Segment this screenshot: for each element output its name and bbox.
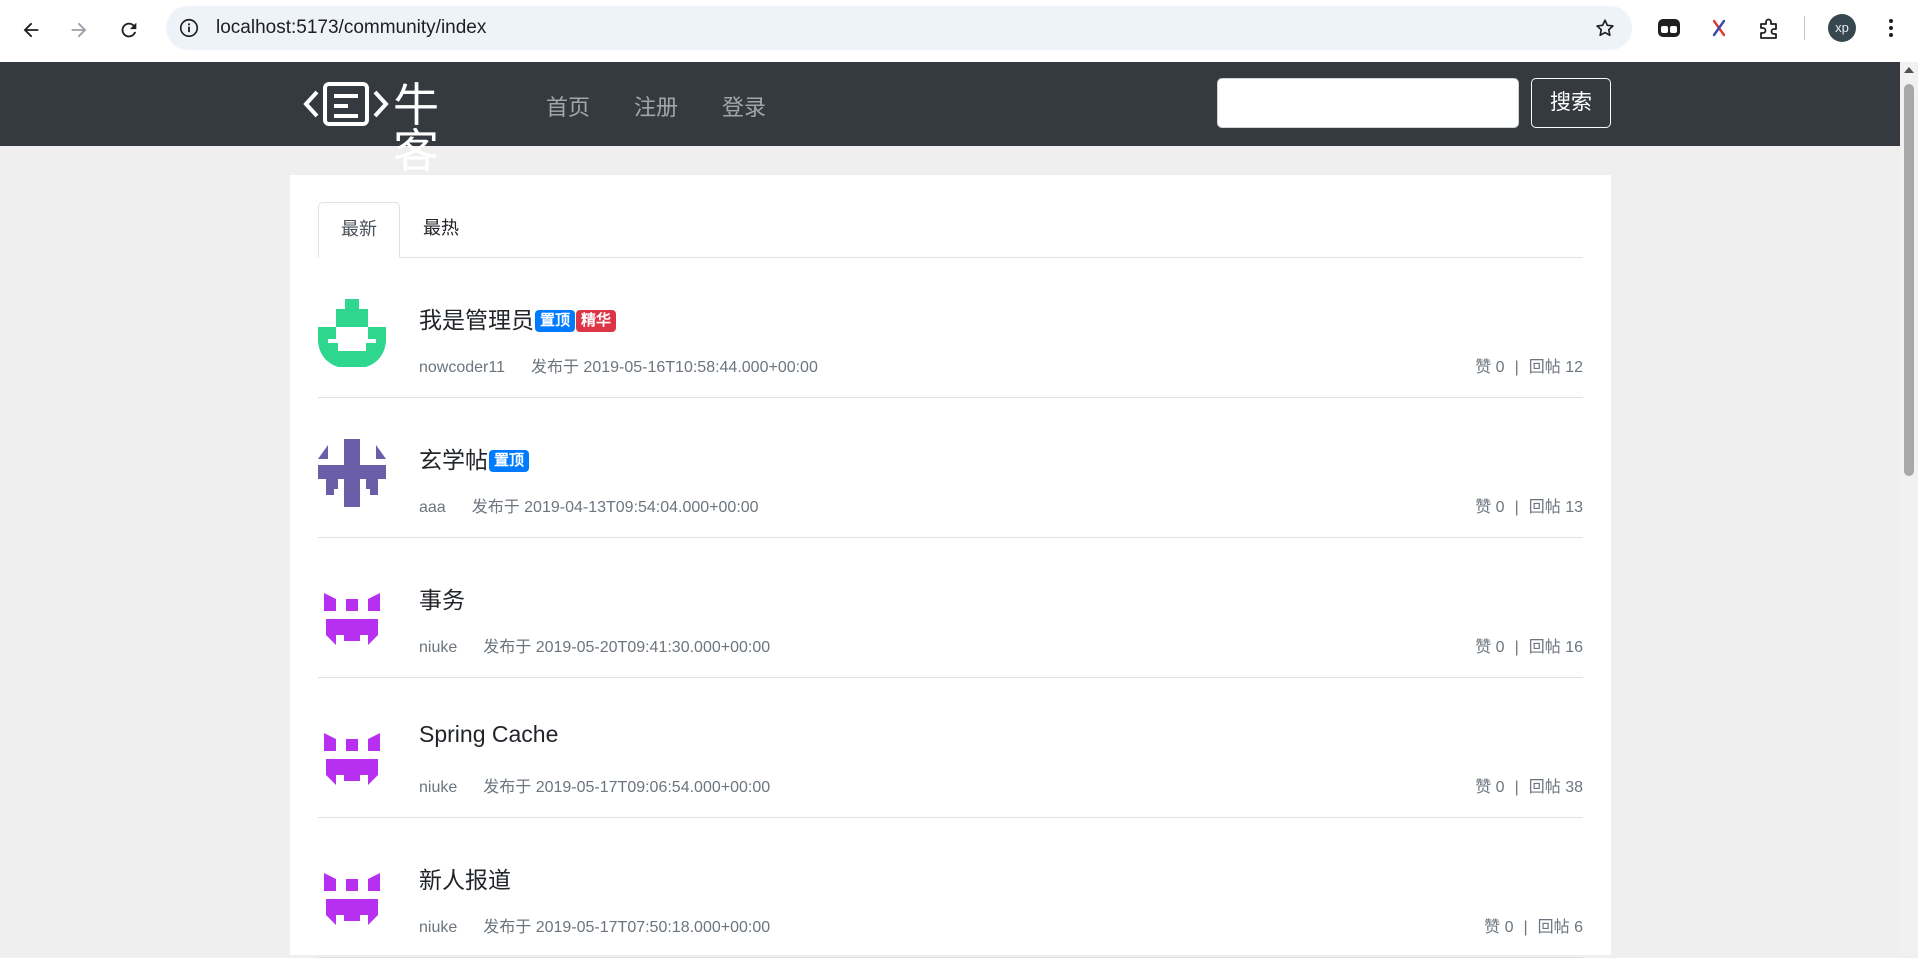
avatar-violet-icon[interactable] (318, 579, 386, 647)
avatar-purple-icon[interactable] (318, 439, 386, 507)
post-title[interactable]: 新人报道 (419, 861, 511, 895)
like-count: 赞 0 (1475, 499, 1505, 516)
post-stats: 赞 0 | 回帖 6 (1484, 913, 1583, 937)
more-menu-icon[interactable] (1878, 15, 1904, 41)
avatar-violet-icon[interactable] (318, 859, 386, 927)
pinned-badge: 置顶 (489, 450, 530, 472)
post-meta: aaa 发布于 2019-04-13T09:54:04.000+00:00 (419, 493, 759, 517)
post-title[interactable]: 我是管理员 置顶 精华 (419, 301, 617, 335)
post-title[interactable]: 玄学帖 置顶 (419, 441, 530, 475)
post-stats: 赞 0 | 回帖 13 (1475, 493, 1583, 517)
post-meta: niuke 发布于 2019-05-17T09:06:54.000+00:00 (419, 773, 770, 797)
pinned-badge: 置顶 (535, 310, 576, 332)
post-title-text[interactable]: 新人报道 (419, 867, 511, 893)
brand-logo[interactable]: 牛客 (303, 76, 483, 174)
stats-separator: | (1514, 779, 1519, 796)
post-author[interactable]: niuke (419, 639, 457, 656)
brand-name: 牛客 (393, 78, 441, 178)
reload-button[interactable] (111, 12, 147, 48)
tab-latest[interactable]: 最新 (318, 202, 400, 258)
forward-button[interactable] (61, 12, 97, 48)
post-item: 新人报道 niuke 发布于 2019-05-17T07:50:18.000+00… (318, 817, 1583, 958)
post-author[interactable]: niuke (419, 919, 457, 936)
post-meta: nowcoder11 发布于 2019-05-16T10:58:44.000+00… (419, 353, 818, 377)
post-item: 我是管理员 置顶 精华 nowcoder11 发布于 2019-05-16T10:58… (318, 257, 1583, 398)
site-navbar: 牛客 首页 注册 登录 搜索 (0, 62, 1900, 174)
post-date: 发布于 2019-05-17T07:50:18.000+00:00 (483, 919, 771, 936)
like-count: 赞 0 (1475, 359, 1505, 376)
browser-toolbar: localhost:5173/community/index xp (0, 0, 1918, 63)
extension-x-icon[interactable] (1706, 15, 1732, 41)
like-count: 赞 0 (1475, 779, 1505, 796)
post-title-text[interactable]: 事务 (419, 587, 465, 613)
featured-badge: 精华 (576, 310, 617, 332)
scrollbar-thumb[interactable] (1904, 84, 1914, 476)
post-author[interactable]: aaa (419, 499, 446, 516)
reply-count: 回帖 12 (1528, 359, 1583, 376)
toolbar-divider (1804, 16, 1805, 40)
like-count: 赞 0 (1484, 919, 1514, 936)
post-title[interactable]: Spring Cache (419, 721, 558, 748)
nav-login-link[interactable]: 登录 (722, 90, 766, 122)
extensions-puzzle-icon[interactable] (1756, 15, 1782, 41)
post-item: 玄学帖 置顶 aaa 发布于 2019-04-13T09:54:04.000+00:… (318, 397, 1583, 538)
url-text[interactable]: localhost:5173/community/index (216, 6, 486, 50)
reply-count: 回帖 6 (1537, 919, 1583, 936)
back-button[interactable] (13, 12, 49, 48)
post-stats: 赞 0 | 回帖 12 (1475, 353, 1583, 377)
post-author[interactable]: niuke (419, 779, 457, 796)
post-item: 事务 niuke 发布于 2019-05-20T09:41:30.000+00:0… (318, 537, 1583, 678)
extension-reader-icon[interactable] (1656, 15, 1682, 41)
post-meta: niuke 发布于 2019-05-17T07:50:18.000+00:00 (419, 913, 770, 937)
bookmark-star-icon[interactable] (1594, 17, 1616, 39)
arrow-right-icon (71, 22, 87, 38)
post-title-text[interactable]: Spring Cache (419, 721, 558, 747)
post-stats: 赞 0 | 回帖 16 (1475, 633, 1583, 657)
reply-count: 回帖 16 (1528, 639, 1583, 656)
scroll-up-arrow-icon[interactable] (1904, 67, 1914, 73)
post-date: 发布于 2019-05-16T10:58:44.000+00:00 (530, 359, 818, 376)
sort-tabs: 最新 最热 (318, 202, 1583, 258)
reply-count: 回帖 13 (1528, 499, 1583, 516)
post-author[interactable]: nowcoder11 (419, 359, 505, 376)
reload-icon (121, 22, 137, 38)
page-scrollbar[interactable] (1900, 62, 1918, 955)
post-date: 发布于 2019-05-17T09:06:54.000+00:00 (483, 779, 771, 796)
post-stats: 赞 0 | 回帖 38 (1475, 773, 1583, 797)
address-bar[interactable]: localhost:5173/community/index (166, 6, 1632, 50)
reply-count: 回帖 38 (1528, 779, 1583, 796)
post-title-text[interactable]: 我是管理员 (419, 307, 534, 333)
nowcoder-logo-icon (303, 82, 389, 126)
profile-avatar[interactable]: xp (1828, 14, 1856, 42)
tab-hottest[interactable]: 最热 (401, 202, 481, 257)
avatar-green-icon[interactable] (318, 299, 386, 367)
stats-separator: | (1523, 919, 1528, 936)
post-list-panel: 最新 最热 我是管理员 置顶 精华 nowcoder11 发布于 2019-05-16… (290, 175, 1611, 958)
nav-home-link[interactable]: 首页 (546, 90, 590, 122)
like-count: 赞 0 (1475, 639, 1505, 656)
post-date: 发布于 2019-04-13T09:54:04.000+00:00 (471, 499, 759, 516)
arrow-left-icon (23, 22, 39, 38)
avatar-violet-icon[interactable] (318, 719, 386, 787)
post-title[interactable]: 事务 (419, 581, 465, 615)
site-info-icon[interactable] (178, 17, 200, 39)
stats-separator: | (1514, 499, 1519, 516)
nav-register-link[interactable]: 注册 (634, 90, 678, 122)
search-input[interactable] (1217, 78, 1519, 128)
post-title-text[interactable]: 玄学帖 (419, 447, 488, 473)
stats-separator: | (1514, 359, 1519, 376)
post-date: 发布于 2019-05-20T09:41:30.000+00:00 (483, 639, 771, 656)
search-button[interactable]: 搜索 (1531, 78, 1611, 128)
stats-separator: | (1514, 639, 1519, 656)
post-item: Spring Cache niuke 发布于 2019-05-17T09:06:5… (318, 677, 1583, 818)
post-meta: niuke 发布于 2019-05-20T09:41:30.000+00:00 (419, 633, 770, 657)
